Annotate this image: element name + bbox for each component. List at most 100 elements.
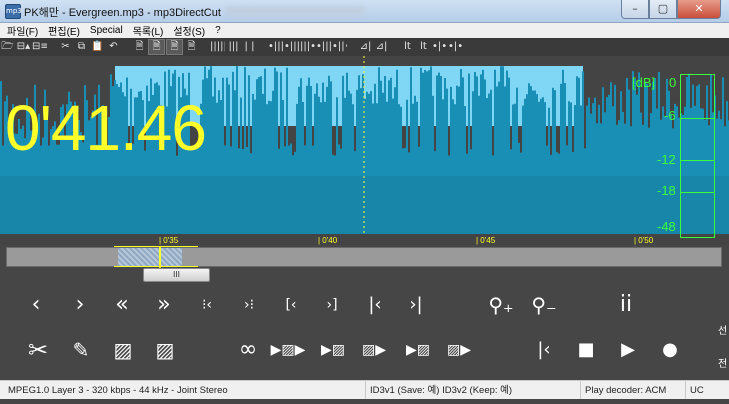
- play-selection-both-icon[interactable]: ▶▨: [403, 334, 433, 366]
- save-all-icon[interactable]: ⊟≡: [32, 40, 47, 54]
- vu-meter: [680, 74, 715, 238]
- waveform-display[interactable]: 0'41.46 [dB] 0 -6 -12 -18 -48 | 0'35 | 0…: [0, 56, 729, 245]
- open-icon[interactable]: 🗁: [0, 40, 15, 54]
- db-scale-0: 0: [669, 75, 677, 90]
- app-icon[interactable]: mp3: [5, 4, 22, 19]
- page-icon[interactable]: 🗎: [132, 40, 147, 54]
- scroll-thumb[interactable]: III: [143, 268, 210, 282]
- ruler-tick-label: | 0'50: [634, 236, 654, 245]
- status-format: MPEG1.0 Layer 3 - 320 kbps - 44 kHz - Jo…: [8, 385, 228, 396]
- db-scale-12: -12: [657, 152, 676, 167]
- prev-icon[interactable]: ‹: [26, 289, 46, 321]
- title-bar[interactable]: mp3 PK해만 - Evergreen.mp3 - mp3DirectCut …: [0, 0, 729, 23]
- record-icon[interactable]: ●: [658, 334, 682, 366]
- rewind-icon[interactable]: «: [110, 289, 134, 321]
- menu-edit[interactable]: 편집(E): [48, 23, 80, 38]
- overview-selection-top-line: [114, 246, 198, 247]
- db-scale-6: -6: [664, 108, 676, 123]
- loop-icon[interactable]: ∞: [233, 334, 263, 366]
- lt-icon[interactable]: lt: [400, 40, 415, 54]
- scissors-icon[interactable]: ✂: [24, 334, 52, 366]
- mark-left-icon[interactable]: •|||: [268, 40, 283, 54]
- selection-right-icon[interactable]: ›]: [318, 289, 346, 321]
- split2-icon[interactable]: ⊿|: [374, 40, 389, 54]
- copy-icon[interactable]: ⧉: [74, 40, 89, 54]
- menu-bar: 파일(F) 편집(E) Special 목록(L) 설정(S) ?: [0, 23, 729, 38]
- join2-icon[interactable]: •|•: [448, 40, 463, 54]
- hatch-outline-icon[interactable]: ▨: [154, 334, 176, 366]
- play-selection-icon[interactable]: ▶▨▶: [268, 334, 308, 366]
- menu-settings[interactable]: 설정(S): [173, 23, 205, 38]
- menu-file[interactable]: 파일(F): [7, 23, 38, 38]
- selection-left-icon[interactable]: [‹: [277, 289, 305, 321]
- info-icon[interactable]: ii: [612, 289, 640, 321]
- ruler-tick-label: | 0'45: [476, 236, 496, 245]
- save-icon[interactable]: ⊟▴: [16, 40, 31, 54]
- vu-tick: [681, 118, 714, 119]
- db-scale-18: -18: [657, 183, 676, 198]
- mark-mid2-icon[interactable]: •||•: [332, 40, 347, 54]
- hatch-icon[interactable]: ▨: [112, 334, 134, 366]
- vu-tick: [681, 192, 714, 193]
- lt2-icon[interactable]: lt: [416, 40, 431, 54]
- app-window: mp3 PK해만 - Evergreen.mp3 - mp3DirectCut …: [0, 0, 729, 404]
- status-decoder[interactable]: Play decoder: ACM: [580, 381, 666, 400]
- maximize-button[interactable]: ▢: [649, 0, 677, 19]
- mark-mid-icon[interactable]: •|||•: [316, 40, 331, 54]
- to-selection-start-icon[interactable]: ⁝‹: [195, 289, 219, 321]
- menu-list[interactable]: 목록(L): [133, 23, 164, 38]
- fast-forward-icon[interactable]: »: [152, 289, 176, 321]
- window-title: PK해만 - Evergreen.mp3 - mp3DirectCut: [24, 7, 221, 19]
- mark-right-icon[interactable]: |||•: [300, 40, 315, 54]
- menu-help[interactable]: ?: [215, 25, 221, 36]
- pause-icon[interactable]: | |: [242, 40, 257, 54]
- play-selection-end-icon[interactable]: ▨▶: [361, 334, 387, 366]
- timecode-display: 0'41.46: [5, 92, 207, 164]
- bars-small-icon[interactable]: |||: [226, 40, 241, 54]
- paste-icon[interactable]: 📋: [90, 40, 105, 54]
- page-c-icon[interactable]: 🗎: [184, 40, 199, 54]
- db-scale-48: -48: [657, 219, 676, 234]
- to-start-icon[interactable]: |‹: [364, 289, 386, 321]
- side-label: 선: [718, 326, 728, 337]
- window-controls: – ▢ ✕: [621, 0, 721, 19]
- play-selection-start-icon[interactable]: ▶▨: [318, 334, 348, 366]
- split-icon[interactable]: ⊿|: [358, 40, 373, 54]
- to-selection-end-icon[interactable]: ›⁝: [237, 289, 261, 321]
- play-selection-after-icon[interactable]: ▨▶: [446, 334, 472, 366]
- undo-icon[interactable]: ↶: [106, 40, 121, 54]
- page-b-icon[interactable]: 🗎: [166, 39, 183, 55]
- cut-icon[interactable]: ✂: [58, 40, 73, 54]
- next-icon[interactable]: ›: [70, 289, 90, 321]
- skip-back-icon[interactable]: |‹: [532, 334, 556, 366]
- overview-selection[interactable]: [118, 248, 182, 266]
- ruler-tick-label: | 0'35: [159, 236, 179, 245]
- blurred-title-area: [225, 6, 365, 16]
- toolbar: 🗁⊟▴⊟≡✂⧉📋↶🗎🗎🗎🗎||||||||| |•|||•||||||••|||…: [0, 38, 729, 56]
- vu-tick: [681, 160, 714, 161]
- page-a-icon[interactable]: 🗎: [148, 39, 165, 55]
- menu-special[interactable]: Special: [90, 25, 123, 36]
- overview-bar[interactable]: [6, 246, 722, 268]
- play-icon[interactable]: ▶: [616, 334, 640, 366]
- stop-icon[interactable]: ■: [574, 334, 598, 366]
- mark-left2-icon[interactable]: •|||: [284, 40, 299, 54]
- pencil-icon[interactable]: ✎: [70, 334, 92, 366]
- status-bar: MPEG1.0 Layer 3 - 320 kbps - 44 kHz - Jo…: [0, 380, 729, 400]
- bottom-strip: [0, 399, 729, 404]
- zoom-out-icon[interactable]: ⚲₋: [527, 289, 561, 321]
- ruler-tick-label: | 0'40: [318, 236, 338, 245]
- side-label: 전: [718, 359, 728, 370]
- status-mode: UC: [685, 381, 704, 400]
- waveform-lower-band: [0, 176, 729, 234]
- zoom-in-icon[interactable]: ⚲₊: [484, 289, 518, 321]
- edit-playback-controls: ✂ ✎ ▨ ▨ ∞ ▶▨▶ ▶▨ ▨▶ ▶▨ ▨▶ |‹ ■ ▶ ●: [0, 334, 729, 366]
- db-unit-label: [dB]: [632, 75, 656, 90]
- status-id3[interactable]: ID3v1 (Save: 예) ID3v2 (Keep: 예): [365, 381, 512, 400]
- minimize-button[interactable]: –: [621, 0, 649, 19]
- join-icon[interactable]: •|•: [432, 40, 447, 54]
- close-button[interactable]: ✕: [677, 0, 721, 19]
- bars-icon[interactable]: |||||: [210, 40, 225, 54]
- overview-cursor[interactable]: [159, 246, 161, 268]
- to-end-icon[interactable]: ›|: [405, 289, 427, 321]
